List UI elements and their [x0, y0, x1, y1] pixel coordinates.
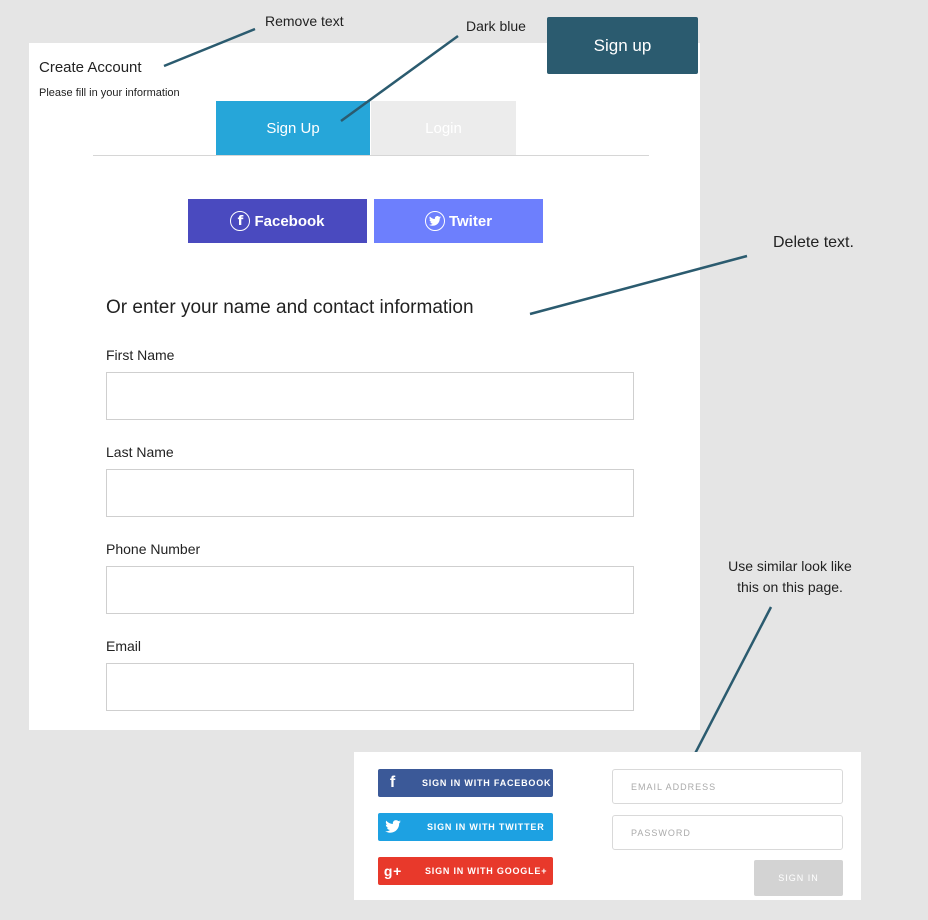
annotation-dark-blue: Dark blue: [466, 18, 526, 34]
sample-google-label: SIGN IN WITH GOOGLE+: [425, 866, 548, 876]
sample-twitter-label: SIGN IN WITH TWITTER: [427, 822, 545, 832]
annotation-delete-text: Delete text.: [773, 234, 854, 251]
google-plus-icon: g+: [383, 863, 403, 879]
annotation-remove-text: Remove text: [265, 13, 344, 29]
sample-email-input[interactable]: EMAIL ADDRESS: [612, 769, 843, 804]
annotation-similar-look-1: Use similar look like: [728, 558, 852, 574]
sample-password-input[interactable]: PASSWORD: [612, 815, 843, 850]
sample-sign-in-button[interactable]: SIGN IN: [754, 860, 843, 896]
sample-facebook-button[interactable]: f SIGN IN WITH FACEBOOK: [378, 769, 553, 797]
facebook-icon: f: [389, 774, 397, 791]
sample-twitter-button[interactable]: SIGN IN WITH TWITTER: [378, 813, 553, 841]
sample-google-button[interactable]: g+ SIGN IN WITH GOOGLE+: [378, 857, 553, 885]
sample-facebook-label: SIGN IN WITH FACEBOOK: [422, 778, 552, 788]
annotation-similar-look-2: this on this page.: [737, 579, 843, 595]
twitter-icon: [378, 819, 408, 835]
